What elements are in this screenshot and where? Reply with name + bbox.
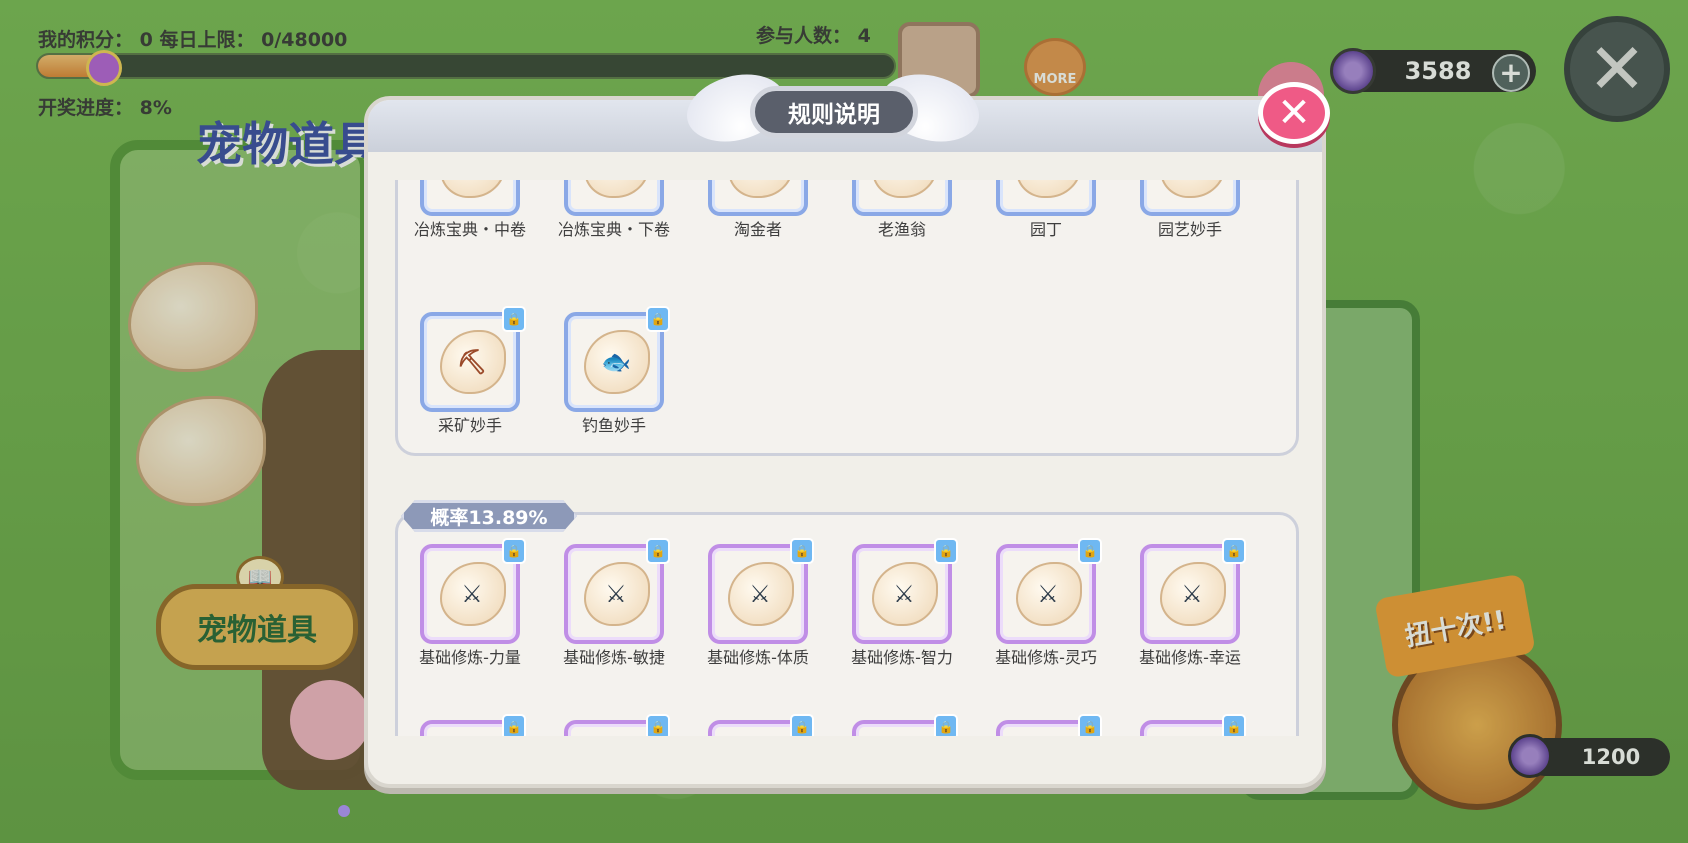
item-label: 淘金者 [733, 220, 782, 239]
reward-item[interactable]: ⛏ 淘金者 [687, 180, 829, 238]
item-frame: 🔒 [996, 714, 1102, 736]
reward-item[interactable]: ❦ 园艺妙手 [1119, 180, 1261, 238]
crossed-swords-icon: ⚔ [1181, 580, 1203, 608]
item-frame: ⚔ 🔒 [996, 538, 1102, 644]
lock-icon: 🔒 [646, 306, 670, 332]
reward-item[interactable]: ⛏ 冶炼宝典・下卷 [543, 180, 685, 238]
item-label: 基础修炼-敏捷 [563, 648, 665, 667]
item-frame: ⚔ 🔒 [420, 538, 526, 644]
reward-item[interactable]: ⚔ 🔒 基础修炼-敏捷 [543, 538, 685, 667]
item-frame: 🔒 [708, 714, 814, 736]
lock-icon: 🔒 [790, 538, 814, 564]
reward-item[interactable]: ⚔ 🔒 基础修炼-灵巧 [975, 538, 1117, 667]
lock-icon: 🔒 [934, 714, 958, 736]
fish-icon: 🐟 [886, 180, 922, 184]
probability-tag: 概率13.89% [401, 500, 577, 532]
crossed-swords-icon: ⚔ [1037, 580, 1059, 608]
reward-item[interactable]: ⛏ 冶炼宝典・中卷 [399, 180, 541, 238]
lock-icon: 🔒 [646, 538, 670, 564]
rules-scroll-area[interactable]: 概率13.89% ⛏ 冶炼宝典・中卷 ⛏ 冶炼宝典・下卷 ⛏ 淘金者 🐟 老渔翁 ❦ 园丁 ❦ 园艺妙… [381, 180, 1310, 736]
lock-icon: 🔒 [1222, 714, 1246, 736]
item-frame: ⚔ 🔒 [708, 538, 814, 644]
item-frame: 🔒 [1140, 714, 1246, 736]
item-label: 冶炼宝典・中卷 [413, 220, 526, 239]
item-frame: ⚔ 🔒 [564, 538, 670, 644]
lock-icon: 🔒 [502, 538, 526, 564]
lock-icon: 🔒 [502, 306, 526, 332]
modal-close-button[interactable]: ✕ [1258, 82, 1330, 144]
reward-item[interactable]: ⚔ 🔒 基础修炼-幸运 [1119, 538, 1261, 667]
modal-title: 规则说明 [750, 86, 918, 138]
reward-item[interactable]: ⚔ 🔒 基础修炼-体质 [687, 538, 829, 667]
item-frame: ⛏ 🔒 [420, 306, 526, 412]
item-frame: ⛏ [708, 180, 808, 216]
item-label: 基础修炼-体质 [707, 648, 809, 667]
crossed-swords-icon: ⚔ [605, 580, 627, 608]
lock-icon: 🔒 [502, 714, 526, 736]
item-label: 园丁 [1029, 220, 1062, 239]
page-dot [338, 805, 350, 817]
reward-item[interactable]: 🐟 老渔翁 [831, 180, 973, 238]
lock-icon: 🔒 [934, 538, 958, 564]
item-label: 基础修炼-力量 [419, 648, 521, 667]
item-frame: 🔒 [852, 714, 958, 736]
item-frame: 🐟 [852, 180, 952, 216]
item-label: 基础修炼-灵巧 [995, 648, 1097, 667]
item-frame: ⛏ [420, 180, 520, 216]
item-label: 老渔翁 [877, 220, 926, 239]
crossed-swords-icon: ⚔ [749, 580, 771, 608]
item-label: 基础修炼-幸运 [1139, 648, 1241, 667]
item-frame: ❦ [996, 180, 1096, 216]
lock-icon: 🔒 [646, 714, 670, 736]
item-frame: ⛏ [564, 180, 664, 216]
lock-icon: 🔒 [1078, 714, 1102, 736]
crossed-swords-icon: ⚔ [893, 580, 915, 608]
pickaxe-icon: ⛏ [454, 180, 490, 184]
item-label: 基础修炼-智力 [851, 648, 953, 667]
item-label: 冶炼宝典・下卷 [557, 220, 670, 239]
lock-icon: 🔒 [1222, 538, 1246, 564]
fish-icon: 🐟 [601, 348, 631, 376]
reward-item[interactable]: ❦ 园丁 [975, 180, 1117, 238]
pickaxe-icon: ⛏ [456, 348, 488, 376]
crossed-swords-icon: ⚔ [461, 580, 483, 608]
item-label: 采矿妙手 [437, 416, 502, 435]
leaf-icon: ❦ [1030, 180, 1066, 184]
lock-icon: 🔒 [1078, 538, 1102, 564]
leaf-icon: ❦ [1174, 180, 1210, 184]
pickaxe-icon: ⛏ [742, 180, 778, 184]
reward-item[interactable]: ⛏ 🔒 采矿妙手 [399, 306, 541, 435]
reward-item[interactable]: ⚔ 🔒 基础修炼-智力 [831, 538, 973, 667]
reward-item[interactable]: 🐟 🔒 钓鱼妙手 [543, 306, 685, 435]
item-frame: 🐟 🔒 [564, 306, 670, 412]
item-frame: ❦ [1140, 180, 1240, 216]
pickaxe-icon: ⛏ [598, 180, 634, 184]
reward-item[interactable]: ⚔ 🔒 基础修炼-力量 [399, 538, 541, 667]
item-frame: ⚔ 🔒 [852, 538, 958, 644]
lock-icon: 🔒 [790, 714, 814, 736]
item-label: 园艺妙手 [1157, 220, 1222, 239]
item-frame: 🔒 [564, 714, 670, 736]
item-label: 钓鱼妙手 [581, 416, 646, 435]
item-frame: ⚔ 🔒 [1140, 538, 1246, 644]
item-frame: 🔒 [420, 714, 526, 736]
